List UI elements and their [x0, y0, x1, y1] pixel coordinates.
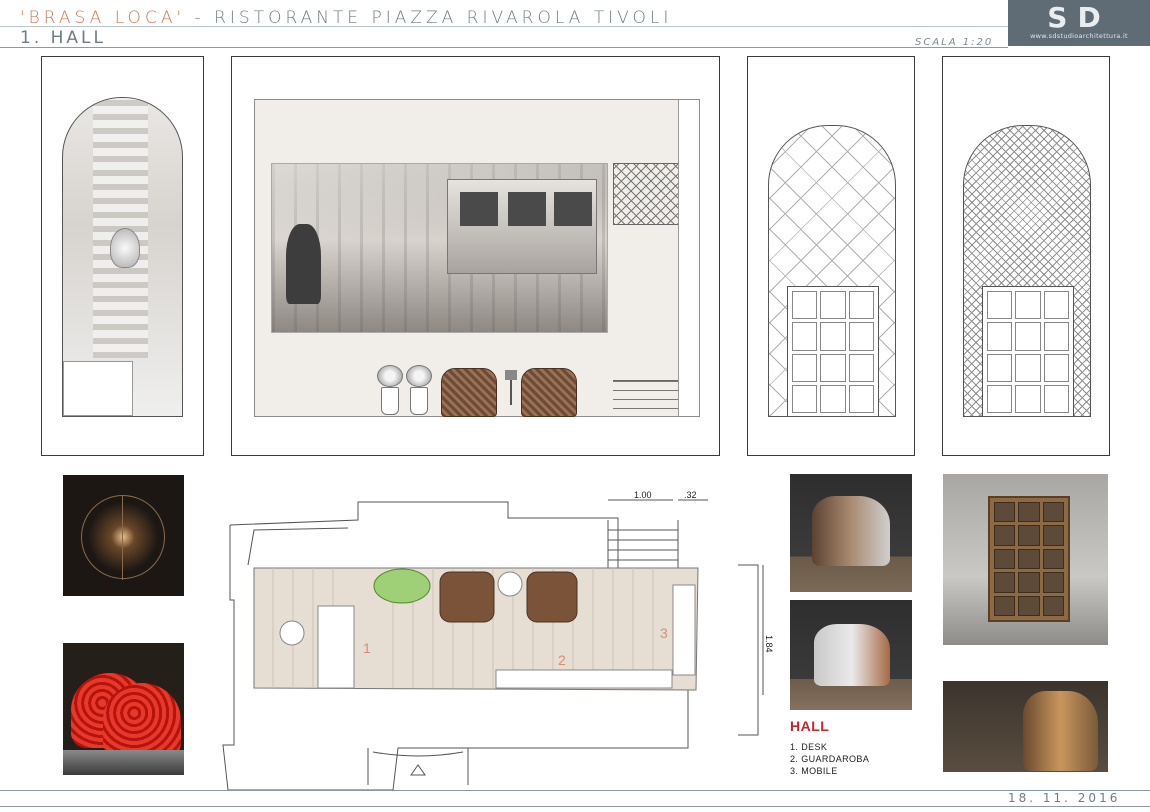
lattice-screen	[613, 163, 679, 225]
armchair-photo-quilted	[790, 474, 912, 592]
elevation-arch-photo-panel	[41, 56, 204, 456]
dim-side: 1.84	[764, 635, 774, 653]
mural-train-window	[554, 192, 592, 226]
armchair-image	[812, 496, 890, 566]
header-divider	[0, 26, 1008, 27]
hall-floor-plan: 1 2 3 1.00 .32 1.84	[222, 490, 774, 790]
desk	[317, 605, 355, 689]
armchair-elevation	[441, 368, 497, 417]
logo-mark: SD	[1047, 1, 1111, 34]
entry-arrow	[410, 764, 426, 776]
cabinet-elevation	[787, 286, 879, 416]
legend-item: 3. MOBILE	[790, 766, 838, 776]
wall-pilaster	[678, 100, 699, 416]
arch-base-block	[63, 361, 133, 416]
dim-top-left: 1.00	[634, 490, 652, 500]
legend-item: 2. GUARDAROBA	[790, 754, 870, 764]
cabinet-photo	[943, 474, 1108, 645]
project-name: 'BRASA LOCA'	[20, 8, 186, 28]
wood-cabinet-image	[988, 496, 1070, 622]
sheet-title: 'BRASA LOCA' - RISTORANTE PIAZZA RIVAROL…	[20, 8, 672, 28]
silver-tray	[63, 750, 184, 775]
round-table	[279, 620, 305, 646]
flower-urn	[406, 365, 432, 417]
legend-list: 1. DESK 2. GUARDAROBA 3. MOBILE	[790, 741, 869, 777]
subway-mural-image	[271, 163, 608, 333]
wall-elevation	[254, 99, 700, 417]
elevation-wall-panel	[231, 56, 720, 456]
mural-train-window	[460, 192, 498, 226]
armchair-detail-image	[1023, 691, 1098, 771]
louver-panel	[613, 380, 679, 417]
mural-figure	[286, 224, 321, 304]
plan-inner-wall	[247, 527, 349, 566]
arch-photo-render	[62, 97, 183, 417]
sheet-date: 18. 11. 2016	[1008, 791, 1121, 805]
armchair-plan	[439, 571, 495, 623]
zone-label-1: 1	[363, 640, 371, 656]
mobile	[672, 584, 696, 676]
arch-diamond-pattern	[768, 125, 896, 417]
armchair-image	[814, 624, 890, 686]
legend-title: HALL	[790, 718, 830, 734]
rose-dome	[103, 683, 181, 758]
project-location: - RISTORANTE PIAZZA RIVAROLA TIVOLI	[185, 8, 673, 28]
elevation-arch-lattice-panel	[942, 56, 1110, 456]
footer-rule	[0, 790, 1150, 791]
armchair-photo-aviator	[790, 600, 912, 710]
table-lamp	[505, 370, 517, 417]
arch-lattice-pattern	[963, 125, 1091, 417]
armchair-plan	[526, 571, 578, 623]
logo-url: www.sdstudioarchitettura.it	[1030, 32, 1128, 40]
guardaroba	[495, 669, 673, 689]
mural-train-window	[508, 192, 546, 226]
header-rule	[0, 47, 1008, 48]
legend-item: 1. DESK	[790, 742, 828, 752]
chandelier-photo	[63, 475, 184, 596]
studio-logo: SD www.sdstudioarchitettura.it	[1008, 0, 1150, 46]
footer-rule-bottom	[0, 806, 1150, 807]
chandelier-image	[110, 228, 140, 268]
rose-dome-photo	[63, 643, 184, 775]
armchair-detail-photo	[943, 681, 1108, 772]
round-table	[497, 571, 523, 597]
elevation-arch-pattern-panel	[747, 56, 915, 456]
mural-train	[447, 179, 597, 274]
plant	[373, 568, 431, 604]
zone-label-3: 3	[660, 625, 668, 641]
flower-urn	[377, 365, 403, 417]
dim-top-right: .32	[684, 490, 697, 500]
zone-label-2: 2	[558, 652, 566, 668]
cabinet-elevation	[982, 286, 1074, 416]
orb-chandelier	[81, 495, 165, 580]
sheet-subtitle: 1. HALL	[20, 28, 106, 48]
armchair-elevation	[521, 368, 577, 417]
room-legend: HALL 1. DESK 2. GUARDAROBA 3. MOBILE	[790, 718, 869, 777]
